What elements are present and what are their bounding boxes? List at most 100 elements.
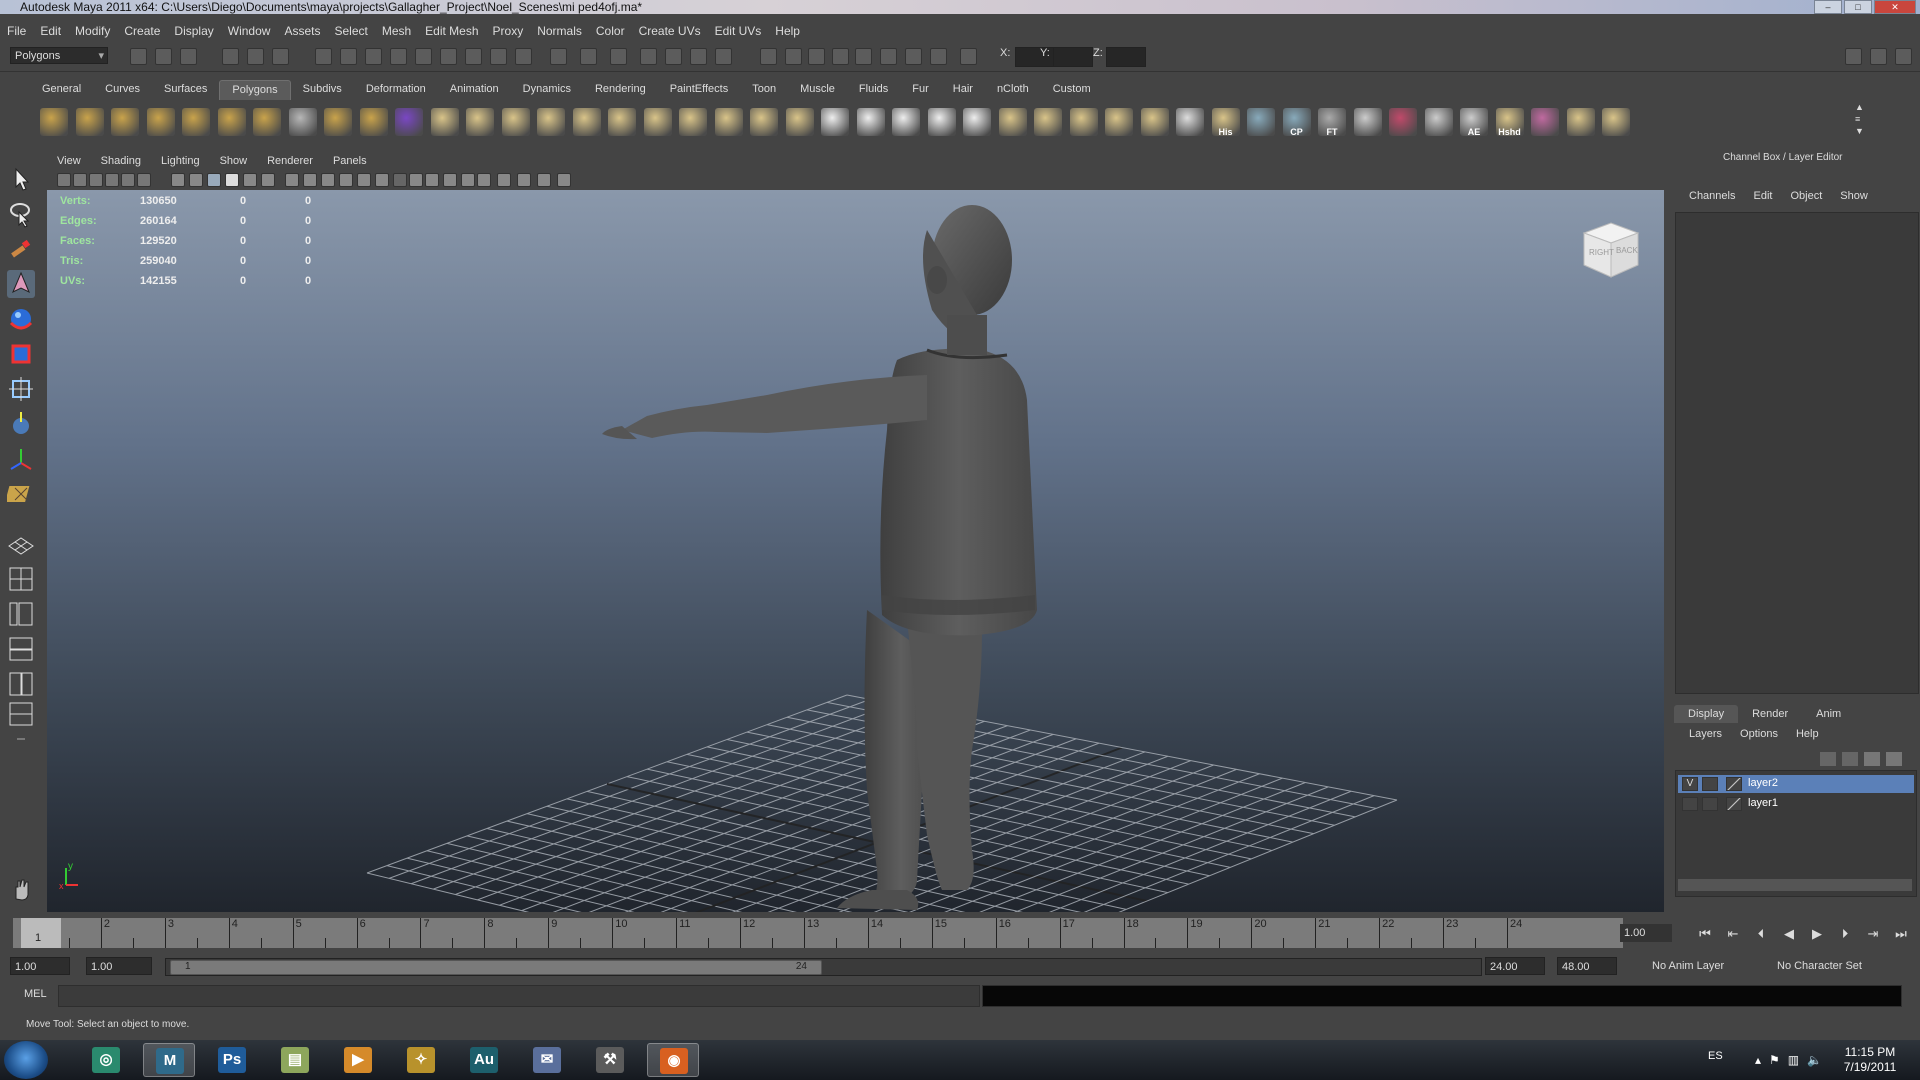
shelf-icon[interactable] <box>324 108 352 136</box>
shelf-icon[interactable] <box>608 108 636 136</box>
status-tool-icon[interactable] <box>155 48 172 65</box>
menu-create[interactable]: Create <box>117 24 167 38</box>
status-tool-icon[interactable] <box>580 48 597 65</box>
menu-assets[interactable]: Assets <box>277 24 327 38</box>
menu-color[interactable]: Color <box>589 24 632 38</box>
close-button[interactable]: ✕ <box>1874 0 1916 14</box>
menu-edit[interactable]: Edit <box>33 24 68 38</box>
shelf-tab-custom[interactable]: Custom <box>1041 80 1103 100</box>
outliner-layout-icon[interactable] <box>7 700 35 728</box>
range-slider-handle[interactable]: 1 24 <box>170 960 822 975</box>
viewport-toolbar-icon[interactable] <box>121 173 135 187</box>
shelf-icon[interactable] <box>1069 108 1098 136</box>
character-set-selector[interactable]: No Character Set <box>1773 957 1885 975</box>
menu-edit-uvs[interactable]: Edit UVs <box>708 24 769 38</box>
perspective-viewport[interactable] <box>47 190 1664 912</box>
viewport-toolbar-icon[interactable] <box>225 173 239 187</box>
shelf-tab-fluids[interactable]: Fluids <box>847 80 900 100</box>
y-field[interactable] <box>1053 47 1093 67</box>
shelf-icon[interactable] <box>1140 108 1169 136</box>
shelf-icon[interactable] <box>963 108 991 136</box>
viewport-toolbar-icon[interactable] <box>243 173 257 187</box>
shelf-tab-painteffects[interactable]: PaintEffects <box>658 80 741 100</box>
shelf-tab-fur[interactable]: Fur <box>900 80 941 100</box>
z-field[interactable] <box>1106 47 1146 67</box>
shelf-icon[interactable]: FT <box>1318 108 1346 137</box>
layer-menu-options[interactable]: Options <box>1731 728 1787 740</box>
shelf-icon[interactable] <box>466 108 494 136</box>
shelf-icon[interactable] <box>892 108 920 136</box>
viewport-toolbar-icon[interactable] <box>261 173 275 187</box>
channel-box-menu-channels[interactable]: Channels <box>1680 190 1744 202</box>
status-tool-icon[interactable] <box>415 48 432 65</box>
view-cube[interactable]: RIGHT BACK <box>1576 215 1646 285</box>
clock[interactable]: 11:15 PM 7/19/2011 <box>1830 1045 1910 1075</box>
shelf-icon[interactable]: His <box>1211 108 1240 137</box>
shelf-icon[interactable] <box>927 108 956 136</box>
viewport-toolbar-icon[interactable] <box>303 173 317 187</box>
collapse-toolbox-icon[interactable] <box>7 725 35 753</box>
shelf-tab-ncloth[interactable]: nCloth <box>985 80 1041 100</box>
status-tool-icon[interactable] <box>785 48 802 65</box>
taskbar-app-explorer[interactable]: ✧ <box>395 1043 447 1077</box>
shelf-tab-general[interactable]: General <box>30 80 93 100</box>
shelf-tab-hair[interactable]: Hair <box>941 80 985 100</box>
show-hidden-icons-icon[interactable]: ▴ <box>1755 1053 1761 1067</box>
move-up-icon[interactable] <box>1864 752 1880 766</box>
shelf-scroll-icon[interactable]: ▼ <box>1855 126 1864 136</box>
status-tool-icon[interactable] <box>365 48 382 65</box>
viewport-toolbar-icon[interactable] <box>375 173 389 187</box>
persp-graph-layout-icon[interactable] <box>7 635 35 663</box>
character-model[interactable] <box>602 205 1037 910</box>
status-tool-icon[interactable] <box>272 48 289 65</box>
status-tool-icon[interactable] <box>690 48 707 65</box>
taskbar-app-firefox[interactable]: ◉ <box>647 1043 699 1077</box>
single-perspective-layout-icon[interactable] <box>7 530 35 558</box>
viewport-toolbar-icon[interactable] <box>285 173 299 187</box>
channel-box-menu-object[interactable]: Object <box>1781 190 1831 202</box>
shelf-tab-toon[interactable]: Toon <box>740 80 788 100</box>
panel-toggle-icon[interactable] <box>1895 48 1912 65</box>
menu-create-uvs[interactable]: Create UVs <box>632 24 708 38</box>
viewport-toolbar-icon[interactable] <box>425 173 439 187</box>
layer-tab-display[interactable]: Display <box>1674 705 1739 723</box>
status-tool-icon[interactable] <box>550 48 567 65</box>
network-icon[interactable]: ▥ <box>1788 1053 1799 1067</box>
hand-icon[interactable] <box>7 875 35 903</box>
status-tool-icon[interactable] <box>640 48 657 65</box>
status-tool-icon[interactable] <box>715 48 732 65</box>
shelf-icon[interactable] <box>253 108 281 136</box>
move-down-icon[interactable] <box>1886 752 1902 766</box>
hypershade-layout-icon[interactable] <box>7 670 35 698</box>
viewport-menu-lighting[interactable]: Lighting <box>151 155 210 171</box>
shelf-icon[interactable]: Hshd <box>1495 108 1524 137</box>
menu-mesh[interactable]: Mesh <box>375 24 418 38</box>
viewport-toolbar-icon[interactable] <box>537 173 551 187</box>
status-tool-icon[interactable] <box>960 48 977 65</box>
shelf-icon[interactable] <box>1389 108 1417 136</box>
layer-color-swatch[interactable] <box>1726 777 1742 791</box>
layer-tab-anim[interactable]: Anim <box>1802 705 1855 723</box>
shelf-icon[interactable] <box>856 108 885 136</box>
viewport-toolbar-icon[interactable] <box>409 173 423 187</box>
viewport-menu-view[interactable]: View <box>47 155 91 171</box>
shelf-scroll-icon[interactable]: ≡ <box>1855 114 1860 124</box>
universal-manipulator-icon[interactable] <box>7 375 35 403</box>
layer-color-swatch[interactable] <box>1726 797 1742 811</box>
menu-select[interactable]: Select <box>327 24 374 38</box>
layer-row[interactable]: layer1 <box>1678 795 1914 813</box>
taskbar-app-notes[interactable]: ▤ <box>269 1043 321 1077</box>
status-tool-icon[interactable] <box>610 48 627 65</box>
current-frame-field[interactable]: 1.00 <box>1620 924 1672 942</box>
status-tool-icon[interactable] <box>760 48 777 65</box>
channel-box-menu-show[interactable]: Show <box>1831 190 1877 202</box>
menu-set-selector[interactable]: Polygons <box>10 47 108 65</box>
viewport-toolbar-icon[interactable] <box>461 173 475 187</box>
viewport-toolbar-icon[interactable] <box>73 173 87 187</box>
shelf-tab-muscle[interactable]: Muscle <box>788 80 847 100</box>
layer-row[interactable]: Vlayer2 <box>1678 775 1914 793</box>
status-tool-icon[interactable] <box>390 48 407 65</box>
shelf-icon[interactable] <box>714 108 743 136</box>
shelf-icon[interactable] <box>998 108 1027 136</box>
taskbar-app-media-player[interactable]: ▶ <box>332 1043 384 1077</box>
